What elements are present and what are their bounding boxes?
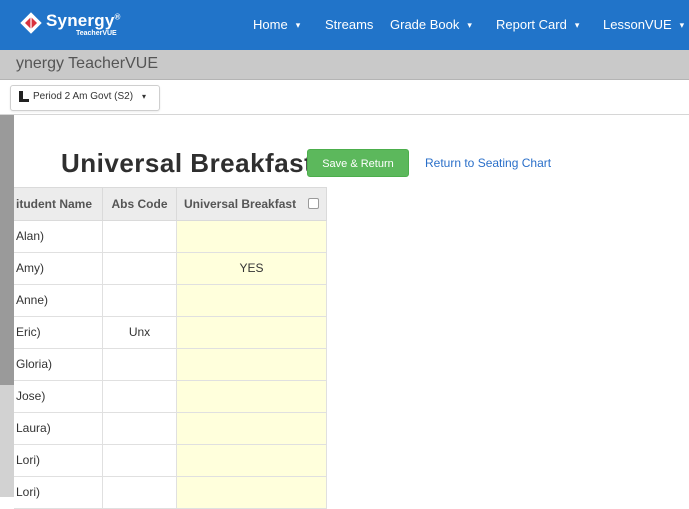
universal-breakfast-cell[interactable] — [177, 381, 327, 412]
student-name-cell[interactable]: Eric) — [14, 317, 103, 348]
universal-breakfast-cell[interactable] — [177, 349, 327, 380]
return-seating-chart-link[interactable]: Return to Seating Chart — [425, 156, 551, 170]
chevron-down-icon: ▾ — [142, 92, 147, 101]
table-row: Eric) Unx — [14, 317, 327, 349]
universal-breakfast-cell[interactable] — [177, 221, 327, 252]
synergy-logo[interactable]: Synergy® TeacherVUE — [18, 9, 128, 43]
app-subheader: ynergy TeacherVUE — [0, 50, 689, 80]
period-bar: Period 2 Am Govt (S2) ▾ — [0, 80, 689, 115]
nav-report-card[interactable]: Report Card ▾ — [496, 17, 579, 32]
table-row: Amy) YES — [14, 253, 327, 285]
column-header-universal-breakfast[interactable]: Universal Breakfast — [177, 188, 327, 220]
nav-grade-book[interactable]: Grade Book ▾ — [390, 17, 472, 32]
table-row: Alan) — [14, 221, 327, 253]
table-row: Jose) — [14, 381, 327, 413]
nav-lessonvue[interactable]: LessonVUE ▾ — [603, 17, 684, 32]
student-name-cell[interactable]: Lori) — [14, 445, 103, 476]
chevron-down-icon: ▾ — [574, 20, 580, 30]
abs-code-cell[interactable] — [103, 221, 177, 252]
universal-breakfast-cell[interactable] — [177, 317, 327, 348]
student-name-cell[interactable]: Amy) — [14, 253, 103, 284]
student-name-cell[interactable]: Gloria) — [14, 349, 103, 380]
abs-code-cell[interactable] — [103, 445, 177, 476]
top-navbar: Synergy® TeacherVUE Home ▾ Streams Grade … — [0, 0, 689, 50]
table-row: Lori) — [14, 445, 327, 477]
column-header-student-name[interactable]: itudent Name — [14, 188, 103, 220]
table-row: Laura) — [14, 413, 327, 445]
student-name-cell[interactable]: Anne) — [14, 285, 103, 316]
abs-code-cell[interactable]: Unx — [103, 317, 177, 348]
table-row: Anne) — [14, 285, 327, 317]
universal-breakfast-cell[interactable]: YES — [177, 253, 327, 284]
universal-breakfast-cell[interactable] — [177, 413, 327, 444]
abs-code-cell[interactable] — [103, 253, 177, 284]
attendance-grid: itudent Name Abs Code Universal Breakfas… — [14, 187, 327, 509]
nav-streams[interactable]: Streams — [325, 17, 373, 32]
brand-name: Synergy® — [46, 11, 121, 30]
table-row: Gloria) — [14, 349, 327, 381]
left-panel-edge-light — [0, 385, 14, 497]
universal-breakfast-cell[interactable] — [177, 285, 327, 316]
abs-code-cell[interactable] — [103, 285, 177, 316]
abs-code-cell[interactable] — [103, 413, 177, 444]
save-return-button[interactable]: Save & Return — [307, 149, 409, 177]
person-icon — [19, 91, 29, 102]
student-name-cell[interactable]: Lori) — [14, 477, 103, 508]
checkbox-icon[interactable] — [308, 198, 319, 209]
page-title: Universal Breakfast — [61, 148, 314, 178]
brand-subtitle: TeacherVUE — [76, 30, 117, 37]
abs-code-cell[interactable] — [103, 349, 177, 380]
nav-home[interactable]: Home ▾ — [253, 17, 300, 32]
universal-breakfast-cell[interactable] — [177, 445, 327, 476]
abs-code-cell[interactable] — [103, 477, 177, 508]
universal-breakfast-cell[interactable] — [177, 477, 327, 508]
grid-header: itudent Name Abs Code Universal Breakfas… — [14, 187, 327, 221]
period-selector[interactable]: Period 2 Am Govt (S2) ▾ — [10, 85, 160, 111]
student-name-cell[interactable]: Laura) — [14, 413, 103, 444]
column-header-abs-code[interactable]: Abs Code — [103, 188, 177, 220]
period-label: Period 2 Am Govt (S2) — [33, 91, 134, 102]
table-row: Lori) — [14, 477, 327, 509]
left-panel-edge — [0, 115, 14, 385]
chevron-down-icon: ▾ — [679, 20, 685, 30]
chevron-down-icon: ▾ — [295, 20, 301, 30]
app-title: ynergy TeacherVUE — [16, 55, 158, 72]
abs-code-cell[interactable] — [103, 381, 177, 412]
chevron-down-icon: ▾ — [467, 20, 472, 30]
student-name-cell[interactable]: Jose) — [14, 381, 103, 412]
student-name-cell[interactable]: Alan) — [14, 221, 103, 252]
synergy-diamond-icon — [20, 12, 42, 34]
